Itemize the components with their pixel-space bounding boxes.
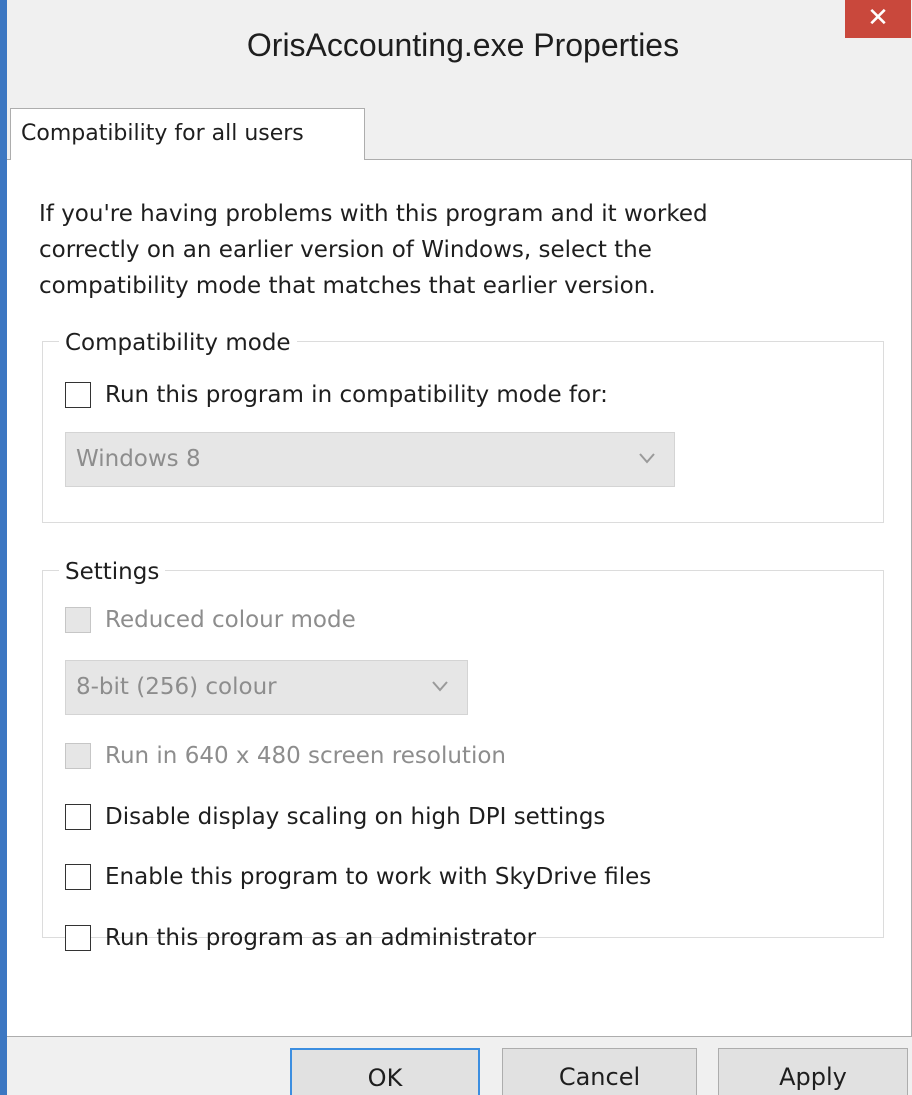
resolution-640-checkbox xyxy=(65,743,91,769)
skydrive-checkbox-row[interactable]: Enable this program to work with SkyDriv… xyxy=(65,857,651,897)
intro-text: If you're having problems with this prog… xyxy=(39,196,879,304)
cancel-button[interactable]: Cancel xyxy=(502,1048,697,1095)
close-icon: ✕ xyxy=(867,3,889,33)
disable-dpi-checkbox-row[interactable]: Disable display scaling on high DPI sett… xyxy=(65,797,605,837)
apply-button[interactable]: Apply xyxy=(718,1048,908,1095)
os-version-select-value: Windows 8 xyxy=(76,446,201,472)
os-version-select[interactable]: Windows 8 xyxy=(65,432,675,487)
run-as-admin-label: Run this program as an administrator xyxy=(105,925,537,951)
reduced-colour-checkbox-row: Reduced colour mode xyxy=(65,600,356,640)
colour-depth-select: 8-bit (256) colour xyxy=(65,660,468,715)
compatibility-mode-legend: Compatibility mode xyxy=(59,328,297,358)
reduced-colour-checkbox xyxy=(65,607,91,633)
compat-mode-checkbox[interactable] xyxy=(65,382,91,408)
intro-line-1: If you're having problems with this prog… xyxy=(39,201,708,227)
chevron-down-icon xyxy=(639,453,655,464)
chevron-down-icon xyxy=(432,681,448,692)
run-as-admin-checkbox-row[interactable]: Run this program as an administrator xyxy=(65,918,536,958)
skydrive-checkbox[interactable] xyxy=(65,864,91,890)
intro-line-2: correctly on an earlier version of Windo… xyxy=(39,237,652,263)
resolution-640-label: Run in 640 x 480 screen resolution xyxy=(105,743,506,769)
window-title: OrisAccounting.exe Properties xyxy=(246,27,680,63)
resolution-640-checkbox-row: Run in 640 x 480 screen resolution xyxy=(65,736,506,776)
skydrive-label: Enable this program to work with SkyDriv… xyxy=(105,864,652,890)
title-bar[interactable]: OrisAccounting.exe Properties ✕ xyxy=(7,0,912,88)
ok-button[interactable]: OK xyxy=(290,1048,480,1095)
disable-dpi-label: Disable display scaling on high DPI sett… xyxy=(105,804,606,830)
compat-mode-checkbox-row[interactable]: Run this program in compatibility mode f… xyxy=(65,375,608,415)
run-as-admin-checkbox[interactable] xyxy=(65,925,91,951)
properties-dialog: OrisAccounting.exe Properties ✕ Compatib… xyxy=(0,0,912,1095)
intro-line-3: compatibility mode that matches that ear… xyxy=(39,273,656,299)
colour-depth-select-value: 8-bit (256) colour xyxy=(76,674,277,700)
tab-compatibility-all-users[interactable]: Compatibility for all users xyxy=(10,108,365,160)
reduced-colour-label: Reduced colour mode xyxy=(105,607,356,633)
settings-legend: Settings xyxy=(59,557,166,587)
compat-mode-checkbox-label: Run this program in compatibility mode f… xyxy=(105,382,608,408)
close-button[interactable]: ✕ xyxy=(845,0,911,38)
disable-dpi-checkbox[interactable] xyxy=(65,804,91,830)
